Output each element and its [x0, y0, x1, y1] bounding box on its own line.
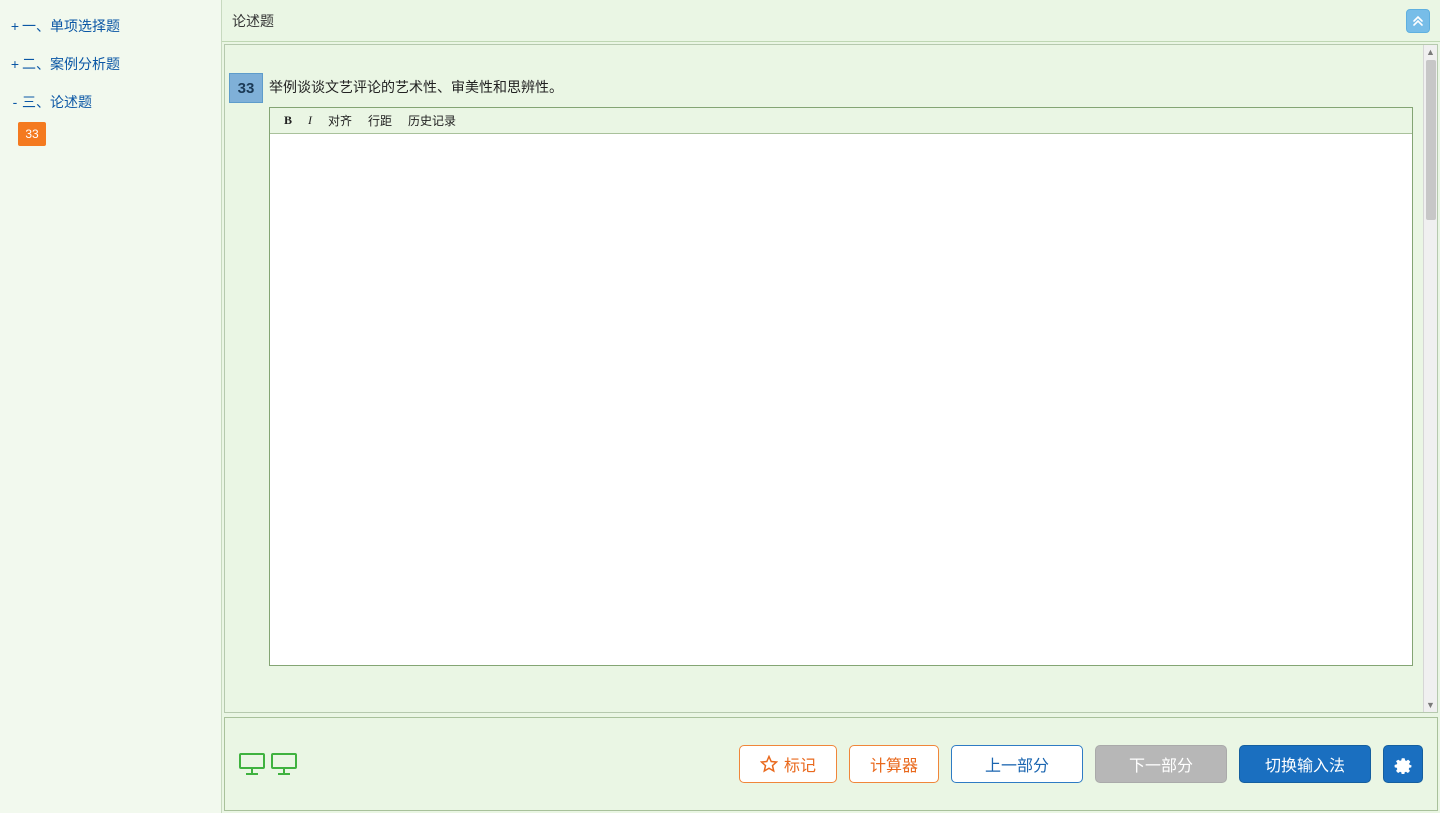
scroll-thumb[interactable] [1426, 60, 1436, 220]
footer-actions: 标记 计算器 上一部分 下一部分 切换输入法 [739, 745, 1423, 783]
prev-section-button[interactable]: 上一部分 [951, 745, 1083, 783]
question-tile-33[interactable]: 33 [18, 122, 46, 146]
mark-button[interactable]: 标记 [739, 745, 837, 783]
nav-section-label: 二、案例分析题 [22, 54, 120, 74]
section-title: 论述题 [232, 11, 274, 31]
switch-ime-label: 切换输入法 [1265, 752, 1345, 776]
question-tiles: 33 [4, 118, 217, 146]
footer: 标记 计算器 上一部分 下一部分 切换输入法 [224, 717, 1438, 811]
question-text: 举例谈谈文艺评论的艺术性、审美性和思辨性。 [269, 73, 1413, 97]
answer-textarea[interactable] [270, 134, 1412, 662]
monitor-icon [239, 753, 265, 775]
scroll-top-button[interactable] [1406, 9, 1430, 33]
history-button[interactable]: 历史记录 [404, 111, 460, 130]
scroll-down-arrow-icon[interactable]: ▼ [1424, 698, 1437, 712]
line-spacing-button[interactable]: 行距 [364, 111, 396, 130]
scroll-up-arrow-icon[interactable]: ▲ [1424, 45, 1437, 59]
main: 论述题 33 举例谈谈文艺评论的艺术性、审美性和思辨性。 B I 对齐 [222, 0, 1440, 813]
content-scroll[interactable]: 33 举例谈谈文艺评论的艺术性、审美性和思辨性。 B I 对齐 行距 历史记录 [225, 45, 1423, 712]
network-status [239, 753, 297, 775]
sidebar: + 一、单项选择题 + 二、案例分析题 - 三、论述题 33 [0, 0, 222, 813]
nav-section-3[interactable]: - 三、论述题 [4, 86, 217, 118]
nav-section-label: 一、单项选择题 [22, 16, 120, 36]
nav-section-label: 三、论述题 [22, 92, 92, 112]
chevron-double-up-icon [1412, 15, 1424, 27]
next-section-label: 下一部分 [1129, 752, 1193, 776]
content-area: 33 举例谈谈文艺评论的艺术性、审美性和思辨性。 B I 对齐 行距 历史记录 [224, 44, 1438, 713]
prev-section-label: 上一部分 [985, 752, 1049, 776]
star-icon [760, 755, 778, 773]
expand-icon: + [8, 18, 22, 34]
collapse-icon: - [8, 94, 22, 110]
calculator-button[interactable]: 计算器 [849, 745, 939, 783]
mark-button-label: 标记 [784, 752, 816, 776]
editor-toolbar: B I 对齐 行距 历史记录 [270, 108, 1412, 134]
settings-button[interactable] [1383, 745, 1423, 783]
calculator-button-label: 计算器 [870, 752, 918, 776]
nav-section-1[interactable]: + 一、单项选择题 [4, 10, 217, 42]
gear-icon [1393, 754, 1413, 774]
question-number-badge: 33 [229, 73, 263, 103]
italic-button[interactable]: I [304, 112, 316, 129]
vertical-scrollbar[interactable]: ▲ ▼ [1423, 45, 1437, 712]
monitor-icon [271, 753, 297, 775]
question: 33 举例谈谈文艺评论的艺术性、审美性和思辨性。 B I 对齐 行距 历史记录 [229, 73, 1413, 666]
section-titlebar: 论述题 [222, 0, 1440, 42]
nav-section-2[interactable]: + 二、案例分析题 [4, 48, 217, 80]
bold-button[interactable]: B [280, 112, 296, 129]
answer-editor: B I 对齐 行距 历史记录 [269, 107, 1413, 666]
align-button[interactable]: 对齐 [324, 111, 356, 130]
expand-icon: + [8, 56, 22, 72]
switch-ime-button[interactable]: 切换输入法 [1239, 745, 1371, 783]
next-section-button: 下一部分 [1095, 745, 1227, 783]
